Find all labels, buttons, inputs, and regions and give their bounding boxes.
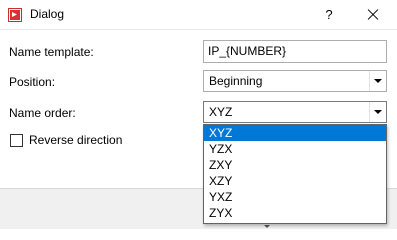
help-button[interactable]: ? [318, 4, 340, 26]
name-template-label: Name template: [9, 45, 94, 59]
dropdown-option[interactable]: XYZ [204, 125, 386, 141]
position-label: Position: [9, 75, 56, 89]
app-icon [8, 8, 22, 22]
chevron-down-icon[interactable] [369, 102, 386, 122]
position-select[interactable]: Beginning [203, 70, 387, 92]
dropdown-option[interactable]: XZY [204, 173, 386, 189]
reverse-direction-checkbox[interactable] [10, 134, 23, 147]
name-template-input[interactable]: IP_{NUMBER} [203, 40, 387, 63]
close-icon[interactable] [362, 4, 384, 26]
window-title: Dialog [30, 7, 65, 21]
dropdown-option[interactable]: YXZ [204, 189, 386, 205]
name-order-label: Name order: [9, 106, 76, 120]
name-order-select[interactable]: XYZ [203, 101, 387, 123]
position-value: Beginning [209, 74, 263, 88]
name-order-value: XYZ [209, 105, 233, 119]
chevron-down-icon[interactable] [369, 71, 386, 91]
name-order-dropdown-list: XYZ YZX ZXY XZY YXZ ZYX [203, 124, 387, 224]
dropdown-option[interactable]: ZXY [204, 157, 386, 173]
reverse-direction-label: Reverse direction [29, 133, 123, 147]
dropdown-option[interactable]: ZYX [204, 205, 386, 221]
dropdown-option[interactable]: YZX [204, 141, 386, 157]
title-bar: Dialog ? [0, 0, 397, 30]
chevron-down-icon [264, 225, 270, 228]
